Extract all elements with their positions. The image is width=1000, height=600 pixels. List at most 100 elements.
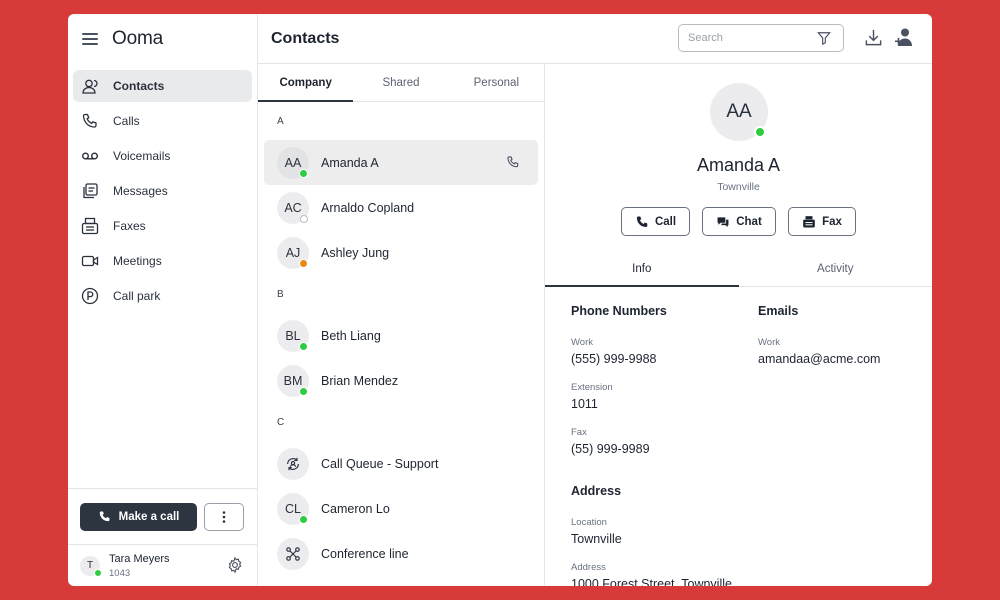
phone-icon [81, 112, 99, 130]
contact-actions: Call Chat Fax [621, 207, 868, 236]
list-item[interactable]: CL Cameron Lo [264, 486, 538, 531]
list-item[interactable]: BL Beth Liang [264, 313, 538, 358]
tab-info[interactable]: Info [545, 251, 739, 287]
avatar-initials: AA [284, 155, 302, 170]
contact-name: Conference line [321, 546, 409, 561]
contact-name: Beth Liang [321, 328, 381, 343]
add-contact-icon[interactable] [894, 27, 914, 47]
sidebar-item-call-park[interactable]: Call park [73, 280, 252, 312]
brand-bar: Ooma [68, 14, 257, 64]
avatar[interactable]: T [80, 555, 102, 577]
emails-section: Emails Work amandaa@acme.com [758, 304, 880, 366]
phone-icon[interactable] [506, 155, 520, 169]
sidebar-item-voicemails[interactable]: Voicemails [73, 140, 252, 172]
brand-logo: Ooma [112, 28, 163, 49]
download-icon[interactable] [864, 28, 883, 47]
tab-shared[interactable]: Shared [353, 64, 448, 101]
fax-value: (55) 999-9989 [571, 442, 650, 456]
chat-button[interactable]: Chat [702, 207, 776, 236]
avatar-initials: CL [285, 501, 301, 516]
field-label: Fax [571, 427, 587, 438]
sidebar-item-label: Contacts [113, 79, 165, 93]
menu-icon[interactable] [82, 33, 98, 45]
contact-name: Amanda A [321, 155, 379, 170]
more-vertical-icon [222, 510, 226, 523]
contact-list-pane: Company Shared Personal A AA Amanda A AC… [258, 64, 545, 586]
avatar: BL [277, 319, 309, 352]
list-item[interactable]: AC Arnaldo Copland [264, 185, 538, 230]
list-item[interactable]: BM Brian Mendez [264, 358, 538, 403]
app-window: Ooma Contacts Calls Voicemails Messages … [68, 14, 932, 586]
field-label: Extension [571, 382, 613, 393]
make-call-area: Make a call [68, 488, 257, 544]
call-button-label: Call [654, 215, 677, 228]
contact-name: Brian Mendez [321, 373, 399, 388]
user-extension: 1043 [109, 567, 131, 579]
sidebar-item-label: Meetings [113, 254, 162, 268]
filter-icon[interactable] [817, 31, 831, 45]
tab-personal[interactable]: Personal [449, 64, 544, 101]
avatar-initials: BL [285, 328, 301, 343]
field-label: Work [758, 337, 780, 348]
fax-icon [81, 217, 99, 235]
sidebar-item-messages[interactable]: Messages [73, 175, 252, 207]
field-label: Address [571, 562, 606, 573]
contact-name: Call Queue - Support [321, 456, 439, 471]
list-item[interactable]: Conference line [264, 531, 538, 576]
section-title: Emails [758, 304, 799, 318]
fax-button-label: Fax [822, 215, 842, 228]
list-item[interactable]: AA Amanda A [264, 140, 538, 185]
section-header: C [277, 416, 285, 428]
page-title: Contacts [271, 29, 340, 47]
list-item[interactable]: Call Queue - Support [264, 441, 538, 486]
sidebar-item-label: Call park [113, 289, 161, 303]
status-online-indicator [299, 341, 308, 351]
gear-icon[interactable] [226, 556, 244, 574]
contact-details: AA Amanda A Townville Call Chat Fax Info… [545, 64, 932, 586]
field-label: Location [571, 517, 607, 528]
voicemail-icon [81, 147, 99, 165]
call-button[interactable]: Call [621, 207, 690, 236]
park-icon [81, 287, 99, 305]
section-title: Phone Numbers [571, 304, 667, 318]
avatar-initials: AC [284, 200, 302, 215]
avatar-initials: BM [283, 373, 303, 388]
search-input[interactable] [688, 32, 808, 44]
current-user: T Tara Meyers 1043 [68, 544, 257, 586]
status-away-indicator [299, 258, 308, 268]
fax-button[interactable]: Fax [788, 207, 856, 236]
avatar [277, 447, 309, 480]
status-online-indicator [299, 168, 308, 178]
section-title: Address [571, 484, 622, 498]
avatar-initial: T [86, 560, 94, 571]
phone-icon [636, 216, 648, 227]
sidebar-item-meetings[interactable]: Meetings [73, 245, 252, 277]
status-online-indicator [299, 386, 308, 396]
call-queue-icon [287, 457, 299, 470]
sidebar-item-label: Faxes [113, 219, 146, 233]
user-name: Tara Meyers [109, 552, 170, 565]
status-online-indicator [299, 514, 308, 524]
work-email-value: amandaa@acme.com [758, 352, 881, 366]
list-item[interactable]: AJ Ashley Jung [264, 230, 538, 275]
make-call-button[interactable]: Make a call [80, 502, 197, 531]
work-phone-value: (555) 999-9988 [571, 352, 657, 366]
avatar: AJ [277, 236, 309, 269]
tab-company[interactable]: Company [258, 64, 354, 102]
location-value: Townville [571, 532, 622, 546]
sidebar-item-label: Calls [113, 114, 140, 128]
sidebar-item-calls[interactable]: Calls [73, 105, 252, 137]
tab-activity[interactable]: Activity [739, 251, 933, 286]
sidebar-item-faxes[interactable]: Faxes [73, 210, 252, 242]
status-online-indicator [754, 126, 766, 138]
more-options-button[interactable] [204, 502, 244, 531]
address-section: Address Location Townville Address 1000 … [571, 484, 732, 586]
phone-icon [99, 511, 110, 522]
avatar: AA [277, 146, 309, 179]
top-bar: Contacts [258, 14, 932, 64]
avatar: AA [710, 83, 768, 141]
address-value: 1000 Forest Street, Townville [571, 577, 732, 586]
search-box[interactable] [678, 24, 844, 52]
sidebar-item-contacts[interactable]: Contacts [73, 70, 252, 102]
contact-name: Amanda A [696, 155, 781, 175]
